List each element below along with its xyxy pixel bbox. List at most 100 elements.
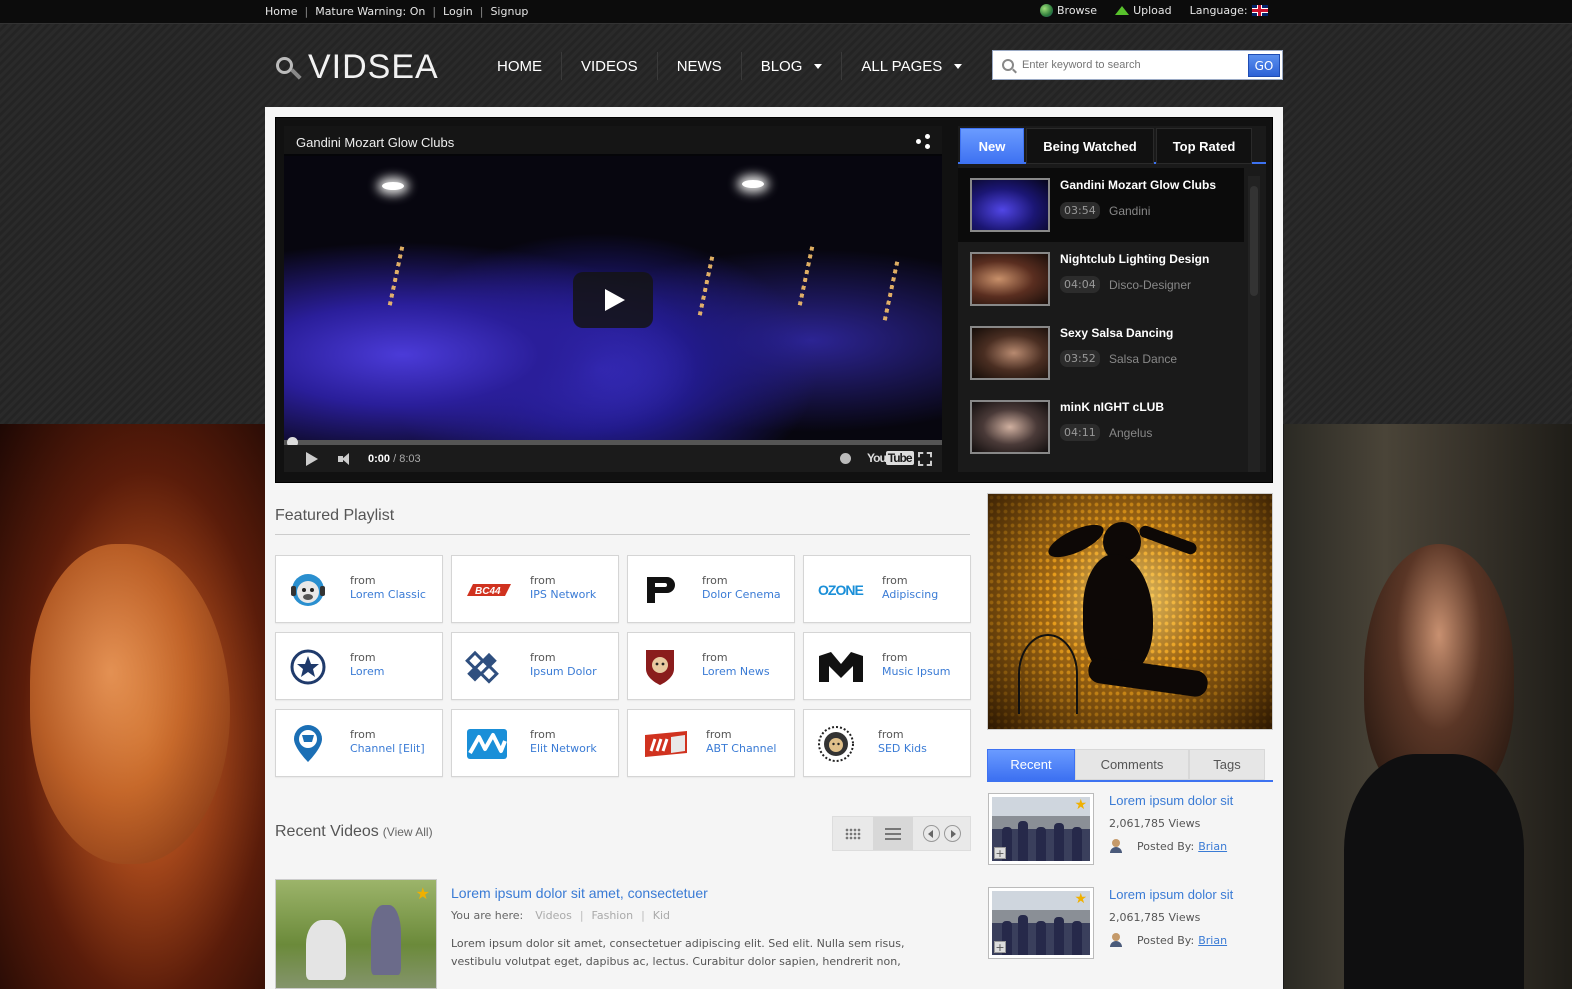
upload-link[interactable]: Upload — [1133, 4, 1172, 17]
playlist-card[interactable]: OZONE from Adipiscing — [803, 555, 971, 623]
channel-link[interactable]: Dolor Cenema — [702, 588, 781, 601]
video-thumbnail[interactable] — [970, 326, 1050, 380]
video-thumbnail[interactable]: ★ + — [988, 793, 1094, 865]
list-view-button[interactable] — [873, 817, 913, 850]
tab-being-watched[interactable]: Being Watched — [1026, 128, 1154, 164]
prev-arrow-icon[interactable] — [923, 825, 940, 842]
author-link[interactable]: Brian — [1198, 840, 1227, 853]
tab-tags[interactable]: Tags — [1189, 749, 1265, 780]
playlist-card[interactable]: from Music Ipsum — [803, 632, 971, 700]
banner-image[interactable] — [987, 493, 1273, 730]
nav-home[interactable]: HOME — [478, 52, 562, 80]
playlist-card[interactable]: from ABT Channel — [627, 709, 795, 777]
author-link[interactable]: Brian — [1198, 934, 1227, 947]
posted-by: Posted By: Brian — [1109, 933, 1227, 947]
tab-new[interactable]: New — [960, 128, 1024, 164]
play-icon[interactable] — [306, 451, 318, 466]
recent-video-title[interactable]: Lorem ipsum dolor sit amet, consectetuer — [451, 885, 708, 901]
tab-comments[interactable]: Comments — [1075, 749, 1189, 780]
video-thumbnail[interactable]: ★ — [275, 879, 437, 989]
p-logo-icon — [640, 570, 680, 610]
playlist-card[interactable]: from Channel [Elit] — [275, 709, 443, 777]
breadcrumb-link[interactable]: Kid — [653, 909, 670, 922]
list-item[interactable]: minK nIGHT cLUB 04:11 Angelus — [958, 390, 1244, 464]
watch-later-icon[interactable] — [840, 453, 851, 464]
channel-link[interactable]: Lorem Classic — [350, 588, 426, 601]
list-item[interactable]: Nightclub Lighting Design 04:04 Disco-De… — [958, 242, 1244, 316]
globe-icon — [1040, 4, 1053, 17]
video-title[interactable]: Sexy Salsa Dancing — [1060, 326, 1173, 340]
chevron-down-icon — [814, 63, 823, 69]
top-link-mature-warning[interactable]: Mature Warning: On — [315, 5, 425, 18]
playlist-card[interactable]: from Lorem News — [627, 632, 795, 700]
favorite-star-icon[interactable]: ★ — [416, 884, 430, 903]
video-list-scrollbar[interactable] — [1248, 176, 1260, 472]
channel-link[interactable]: Ipsum Dolor — [530, 665, 597, 678]
video-thumbnail[interactable] — [970, 178, 1050, 232]
playlist-card[interactable]: BC44 from IPS Network — [451, 555, 619, 623]
top-link-login[interactable]: Login — [443, 5, 473, 18]
fullscreen-icon[interactable] — [918, 452, 932, 466]
breadcrumb-link[interactable]: Fashion — [592, 909, 634, 922]
search-input[interactable] — [1022, 59, 1232, 71]
player-title[interactable]: Gandini Mozart Glow Clubs — [296, 135, 454, 150]
video-title[interactable]: Nightclub Lighting Design — [1060, 252, 1209, 266]
channel-link[interactable]: Channel [Elit] — [350, 742, 425, 755]
browse-link[interactable]: Browse — [1057, 4, 1097, 17]
sidebar-video-title[interactable]: Lorem ipsum dolor sit — [1109, 887, 1233, 902]
grid-view-button[interactable] — [833, 817, 873, 850]
favorite-star-icon[interactable]: ★ — [1074, 797, 1087, 813]
video-title[interactable]: minK nIGHT cLUB — [1060, 400, 1164, 414]
youtube-logo[interactable]: You Tube — [867, 451, 914, 465]
video-thumbnail[interactable] — [970, 252, 1050, 306]
playlist-card[interactable]: from Elit Network — [451, 709, 619, 777]
top-link-signup[interactable]: Signup — [490, 5, 528, 18]
featured-playlist-grid: from Lorem Classic BC44 from IPS Network… — [275, 555, 971, 777]
video-title[interactable]: Gandini Mozart Glow Clubs — [1060, 178, 1216, 192]
sidebar-video-title[interactable]: Lorem ipsum dolor sit — [1109, 793, 1233, 808]
uk-flag-icon[interactable] — [1251, 5, 1268, 16]
add-icon[interactable]: + — [994, 941, 1006, 954]
channel-link[interactable]: Elit Network — [530, 742, 597, 755]
add-icon[interactable]: + — [994, 847, 1006, 860]
nav-news[interactable]: NEWS — [658, 52, 742, 80]
tab-recent[interactable]: Recent — [987, 749, 1075, 780]
tab-top-rated[interactable]: Top Rated — [1156, 128, 1252, 164]
playlist-card[interactable]: from Ipsum Dolor — [451, 632, 619, 700]
share-icon[interactable] — [916, 134, 930, 149]
list-item[interactable]: Gandini Mozart Glow Clubs 03:54 Gandini — [958, 168, 1244, 242]
channel-link[interactable]: SED Kids — [878, 742, 927, 755]
featured-video-box: Gandini Mozart Glow Clubs 0:00 / 8:03 Yo… — [275, 117, 1273, 483]
star-badge-logo-icon — [288, 647, 328, 687]
list-item[interactable]: Sexy Salsa Dancing 03:52 Salsa Dance — [958, 316, 1244, 390]
search-go-button[interactable]: GO — [1248, 54, 1280, 77]
playlist-card[interactable]: from Lorem — [275, 632, 443, 700]
next-arrow-icon[interactable] — [944, 825, 961, 842]
channel-link[interactable]: Lorem News — [702, 665, 770, 678]
channel-link[interactable]: Lorem — [350, 665, 384, 678]
view-all-link[interactable]: (View All) — [383, 825, 433, 839]
nav-all-pages[interactable]: ALL PAGES — [842, 52, 981, 80]
volume-icon[interactable] — [338, 452, 354, 465]
top-link-home[interactable]: Home — [265, 5, 297, 18]
channel-link[interactable]: Adipiscing — [882, 588, 938, 601]
nav-blog[interactable]: BLOG — [742, 52, 843, 80]
bc44-logo-icon: BC44 — [464, 570, 514, 610]
logo-text: VIDSEA — [308, 48, 439, 86]
channel-link[interactable]: IPS Network — [530, 588, 596, 601]
video-thumbnail[interactable] — [970, 400, 1050, 454]
play-button[interactable] — [573, 272, 653, 328]
sidebar-tabs: Recent Comments Tags — [987, 749, 1273, 782]
favorite-star-icon[interactable]: ★ — [1074, 891, 1087, 907]
site-logo[interactable]: VIDSEA — [276, 48, 439, 87]
channel-link[interactable]: ABT Channel — [706, 742, 776, 755]
breadcrumb-link[interactable]: Videos — [535, 909, 572, 922]
video-thumbnail[interactable]: ★ + — [988, 887, 1094, 959]
playlist-card[interactable]: from SED Kids — [803, 709, 971, 777]
nav-videos[interactable]: VIDEOS — [562, 52, 658, 80]
channel-link[interactable]: Music Ipsum — [882, 665, 950, 678]
video-player[interactable]: Gandini Mozart Glow Clubs 0:00 / 8:03 Yo… — [284, 126, 942, 472]
sidebar-video-item: ★ + Lorem ipsum dolor sit 2,061,785 View… — [987, 887, 1273, 967]
playlist-card[interactable]: from Dolor Cenema — [627, 555, 795, 623]
playlist-card[interactable]: from Lorem Classic — [275, 555, 443, 623]
